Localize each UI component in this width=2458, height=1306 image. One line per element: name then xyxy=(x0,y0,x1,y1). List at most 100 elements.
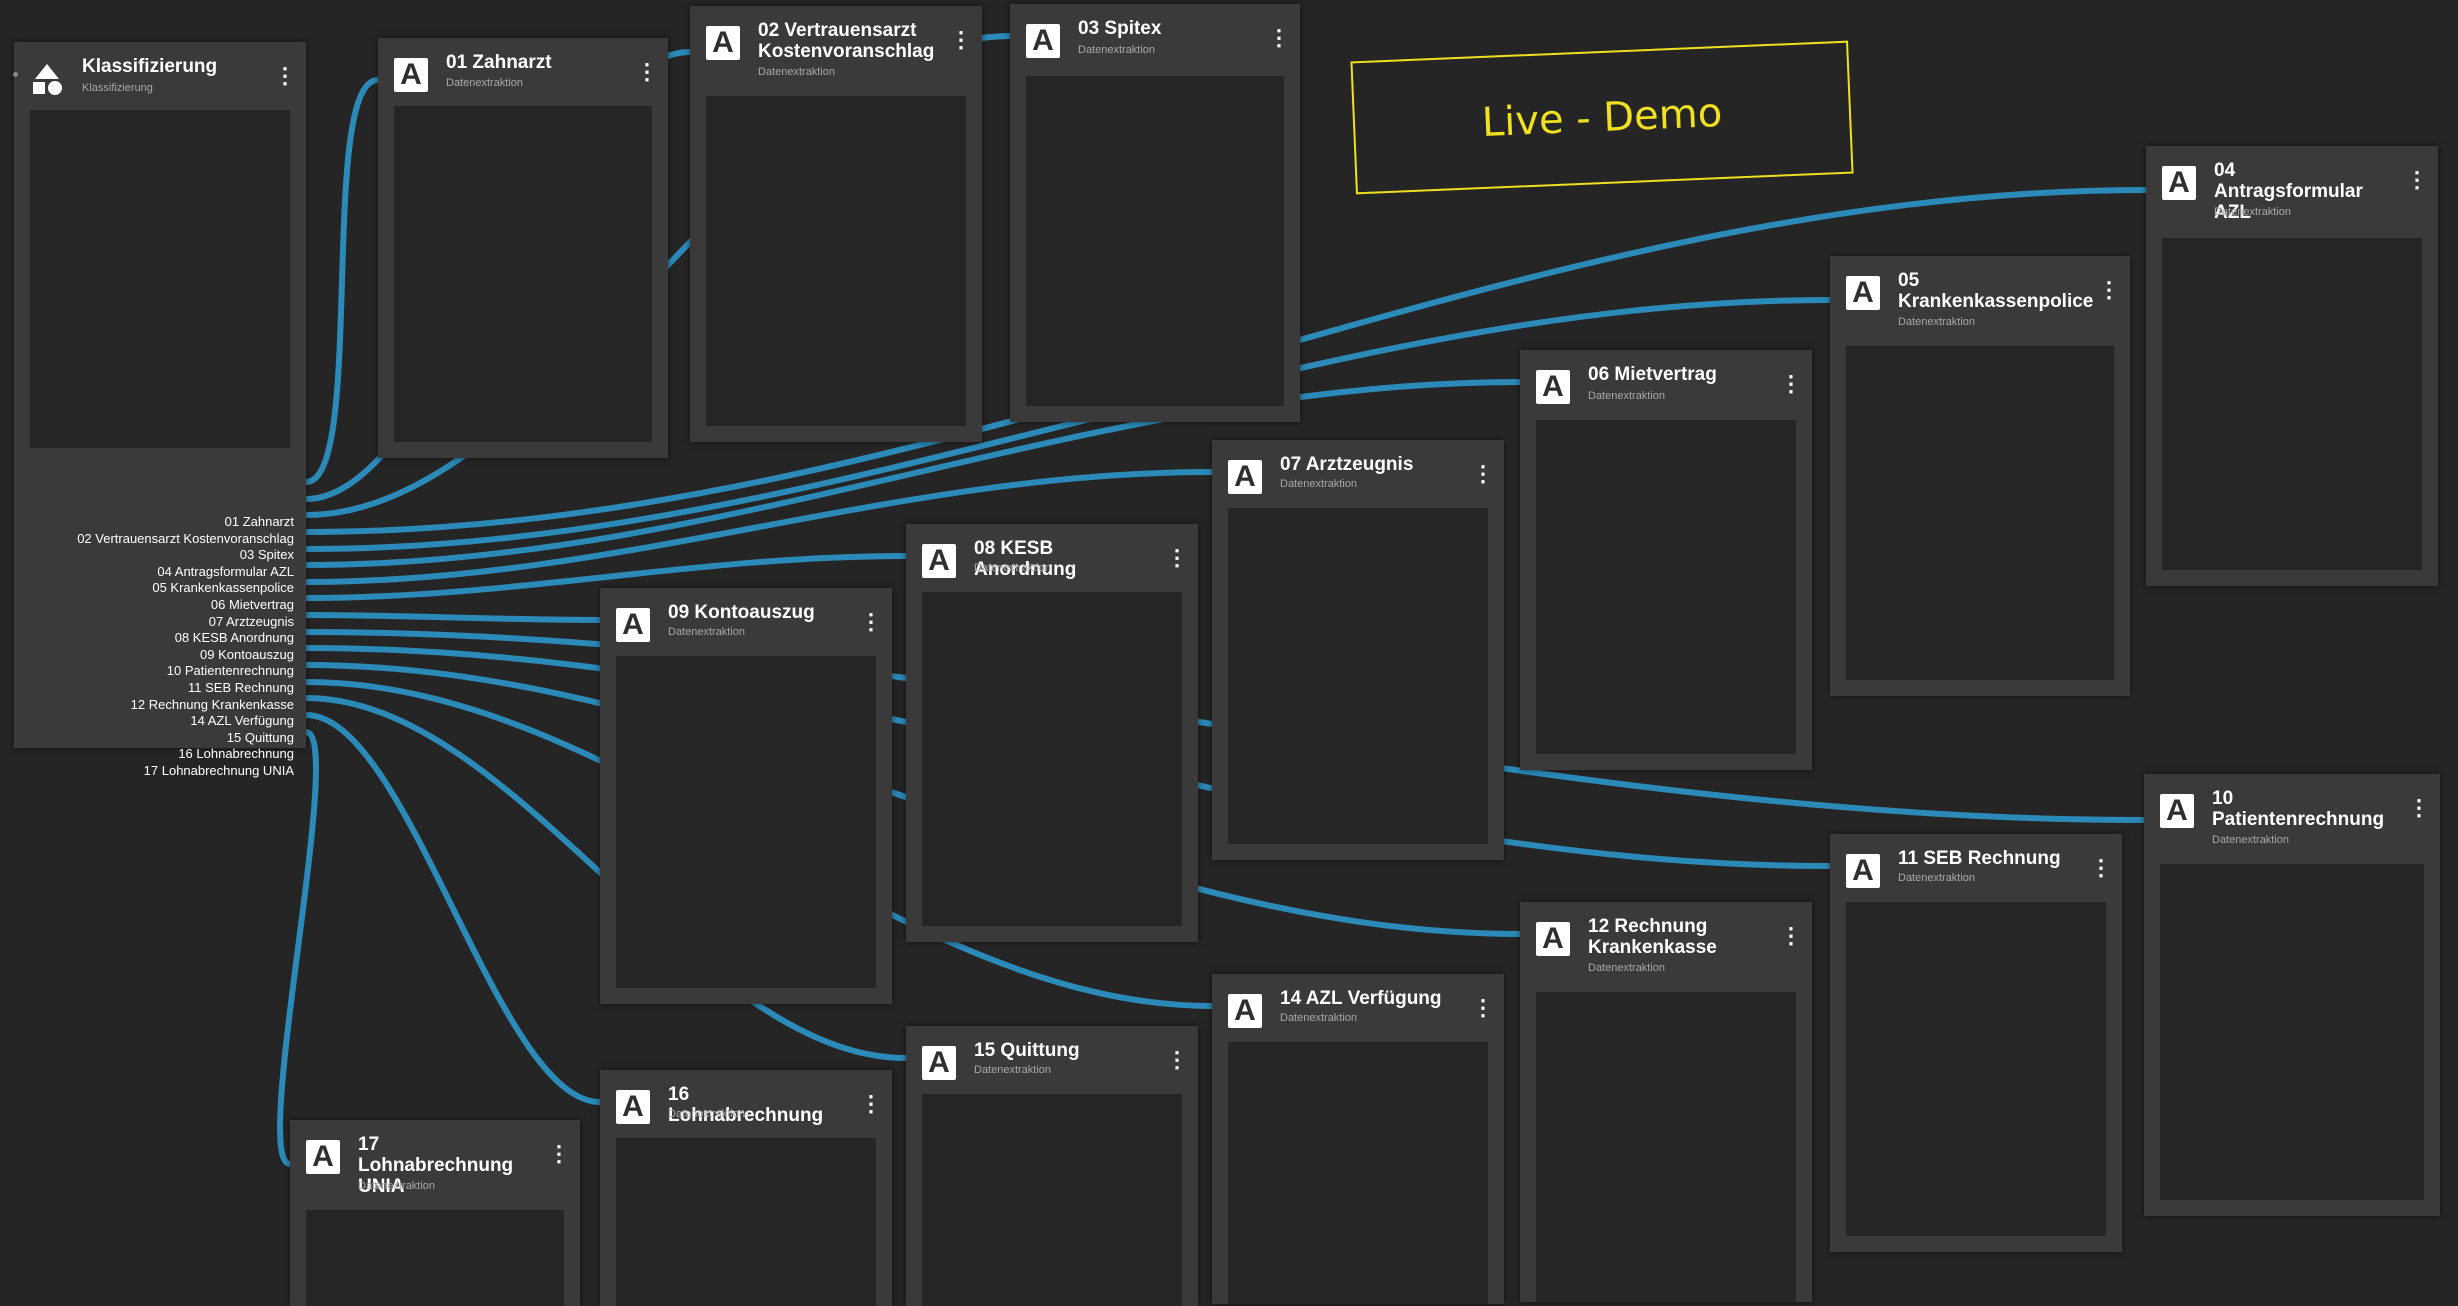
node-klassifizierung[interactable]: Klassifizierung Klassifizierung ⋮ 01 Zah… xyxy=(14,42,306,778)
node-subtitle: Datenextraktion xyxy=(1280,478,1358,490)
node-header[interactable]: A 05 Krankenkassenpolice Datenextraktion… xyxy=(1830,256,2130,356)
node-08-kesb-anordnung[interactable]: A 08 KESB Anordnung Datenextraktion ⋮ xyxy=(906,524,1198,942)
node-03-spitex[interactable]: A 03 Spitex Datenextraktion ⋮ xyxy=(1010,4,1300,422)
more-vert-icon[interactable]: ⋮ xyxy=(2408,796,2430,820)
node-12-rechnung-krankenkasse[interactable]: A 12 Rechnung Krankenkasse Datenextrakti… xyxy=(1520,902,1812,1302)
node-11-seb-rechnung[interactable]: A 11 SEB Rechnung Datenextraktion ⋮ xyxy=(1830,834,2122,1252)
node-title: 05 Krankenkassenpolice xyxy=(1898,270,2094,312)
node-subtitle: Klassifizierung xyxy=(82,82,153,94)
node-07-arztzeugnis[interactable]: A 07 Arztzeugnis Datenextraktion ⋮ xyxy=(1212,440,1504,860)
output-port-label[interactable]: 10 Patientenrechnung xyxy=(4,663,294,680)
node-title: 15 Quittung xyxy=(974,1040,1080,1061)
node-preview xyxy=(1536,992,1796,1302)
node-header[interactable]: A 12 Rechnung Krankenkasse Datenextrakti… xyxy=(1520,902,1812,1002)
output-port-label[interactable]: 07 Arztzeugnis xyxy=(4,614,294,631)
node-header[interactable]: A 02 Vertrauensarzt Kostenvoranschlag Da… xyxy=(690,6,982,106)
more-vert-icon[interactable]: ⋮ xyxy=(1780,924,1802,948)
node-header[interactable]: A 17 Lohnabrechnung UNIA Datenextraktion… xyxy=(290,1120,580,1220)
more-vert-icon[interactable]: ⋮ xyxy=(1472,462,1494,486)
node-header[interactable]: A 04 Antragsformular AZL Datenextraktion… xyxy=(2146,146,2438,246)
connection-wire[interactable] xyxy=(277,729,319,1167)
node-preview xyxy=(306,1210,564,1306)
output-port-list: 01 Zahnarzt 02 Vertrauensarzt Kostenvora… xyxy=(4,514,294,780)
extraction-a-icon: A xyxy=(1536,370,1570,404)
more-vert-icon[interactable]: ⋮ xyxy=(548,1142,570,1166)
node-title: 01 Zahnarzt xyxy=(446,52,552,73)
node-subtitle: Datenextraktion xyxy=(446,77,524,89)
more-vert-icon[interactable]: ⋮ xyxy=(1166,546,1188,570)
connection-wire[interactable] xyxy=(303,612,603,623)
output-port-label[interactable]: 04 Antragsformular AZL xyxy=(4,564,294,581)
output-port-label[interactable]: 03 Spitex xyxy=(4,547,294,564)
extraction-a-icon: A xyxy=(2160,794,2194,828)
node-subtitle: Datenextraktion xyxy=(1078,44,1156,56)
more-vert-icon[interactable]: ⋮ xyxy=(1472,996,1494,1020)
node-15-quittung[interactable]: A 15 Quittung Datenextraktion ⋮ xyxy=(906,1026,1198,1306)
node-subtitle: Datenextraktion xyxy=(358,1180,436,1192)
output-port-label[interactable]: 05 Krankenkassenpolice xyxy=(4,580,294,597)
output-port-label[interactable]: 12 Rechnung Krankenkasse xyxy=(4,697,294,714)
node-preview xyxy=(2160,864,2424,1200)
node-14-azl-verfuegung[interactable]: A 14 AZL Verfügung Datenextraktion ⋮ xyxy=(1212,974,1504,1304)
extraction-a-icon: A xyxy=(1228,460,1262,494)
canvas-handle-dot[interactable] xyxy=(13,72,18,77)
output-port-label[interactable]: 14 AZL Verfügung xyxy=(4,713,294,730)
more-vert-icon[interactable]: ⋮ xyxy=(636,60,658,84)
node-title: 14 AZL Verfügung xyxy=(1280,988,1442,1009)
output-port-label[interactable]: 08 KESB Anordnung xyxy=(4,630,294,647)
output-port-label[interactable]: 16 Lohnabrechnung xyxy=(4,746,294,763)
more-vert-icon[interactable]: ⋮ xyxy=(274,64,296,88)
more-vert-icon[interactable]: ⋮ xyxy=(1166,1048,1188,1072)
output-port-label[interactable]: 02 Vertrauensarzt Kostenvoranschlag xyxy=(4,531,294,548)
output-port-label[interactable]: 11 SEB Rechnung xyxy=(4,680,294,697)
node-subtitle: Datenextraktion xyxy=(1588,962,1666,974)
node-header[interactable]: A 10 Patientenrechnung Datenextraktion ⋮ xyxy=(2144,774,2440,874)
node-09-kontoauszug[interactable]: A 09 Kontoauszug Datenextraktion ⋮ xyxy=(600,588,892,1004)
more-vert-icon[interactable]: ⋮ xyxy=(1268,26,1290,50)
more-vert-icon[interactable]: ⋮ xyxy=(2406,168,2428,192)
extraction-a-icon: A xyxy=(306,1140,340,1174)
node-title: 10 Patientenrechnung xyxy=(2212,788,2385,830)
more-vert-icon[interactable]: ⋮ xyxy=(860,1092,882,1116)
node-title: Klassifizierung xyxy=(82,56,218,77)
node-10-patientenrechnung[interactable]: A 10 Patientenrechnung Datenextraktion ⋮ xyxy=(2144,774,2440,1216)
node-subtitle: Datenextraktion xyxy=(974,1064,1052,1076)
node-title: 11 SEB Rechnung xyxy=(1898,848,2061,869)
output-port-label[interactable]: 09 Kontoauszug xyxy=(4,647,294,664)
output-port-label[interactable]: 15 Quittung xyxy=(4,730,294,747)
live-demo-annotation: Live - Demo xyxy=(1350,40,1854,195)
output-port-label[interactable]: 17 Lohnabrechnung UNIA xyxy=(4,763,294,780)
more-vert-icon[interactable]: ⋮ xyxy=(2090,856,2112,880)
more-vert-icon[interactable]: ⋮ xyxy=(1780,372,1802,396)
connection-wire[interactable] xyxy=(303,712,603,1105)
node-06-mietvertrag[interactable]: A 06 Mietvertrag Datenextraktion ⋮ xyxy=(1520,350,1812,770)
node-subtitle: Datenextraktion xyxy=(1898,872,1976,884)
node-subtitle: Datenextraktion xyxy=(668,1108,746,1120)
node-04-antragsformular-azl[interactable]: A 04 Antragsformular AZL Datenextraktion… xyxy=(2146,146,2438,586)
connection-wire[interactable] xyxy=(303,77,381,485)
more-vert-icon[interactable]: ⋮ xyxy=(950,28,972,52)
more-vert-icon[interactable]: ⋮ xyxy=(2098,278,2120,302)
node-05-krankenkassenpolice[interactable]: A 05 Krankenkassenpolice Datenextraktion… xyxy=(1830,256,2130,696)
node-preview xyxy=(1846,346,2114,680)
extraction-a-icon: A xyxy=(1026,24,1060,58)
node-preview xyxy=(1026,76,1284,406)
node-title: 12 Rechnung Krankenkasse xyxy=(1588,916,1717,958)
node-preview xyxy=(922,1094,1182,1306)
node-01-zahnarzt[interactable]: A 01 Zahnarzt Datenextraktion ⋮ xyxy=(378,38,668,458)
node-title: 09 Kontoauszug xyxy=(668,602,815,623)
node-16-lohnabrechnung[interactable]: A 16 Lohnabrechnung Datenextraktion ⋮ xyxy=(600,1070,892,1306)
extraction-a-icon: A xyxy=(1846,854,1880,888)
node-17-lohnabrechnung-unia[interactable]: A 17 Lohnabrechnung UNIA Datenextraktion… xyxy=(290,1120,580,1306)
node-subtitle: Datenextraktion xyxy=(758,66,836,78)
node-preview xyxy=(1228,508,1488,844)
node-subtitle: Datenextraktion xyxy=(974,562,1052,574)
extraction-a-icon: A xyxy=(922,1046,956,1080)
output-port-label[interactable]: 01 Zahnarzt xyxy=(4,514,294,531)
node-02-vertrauensarzt[interactable]: A 02 Vertrauensarzt Kostenvoranschlag Da… xyxy=(690,6,982,442)
more-vert-icon[interactable]: ⋮ xyxy=(860,610,882,634)
extraction-a-icon: A xyxy=(1846,276,1880,310)
output-port-label[interactable]: 06 Mietvertrag xyxy=(4,597,294,614)
node-preview xyxy=(616,656,876,988)
extraction-a-icon: A xyxy=(616,608,650,642)
